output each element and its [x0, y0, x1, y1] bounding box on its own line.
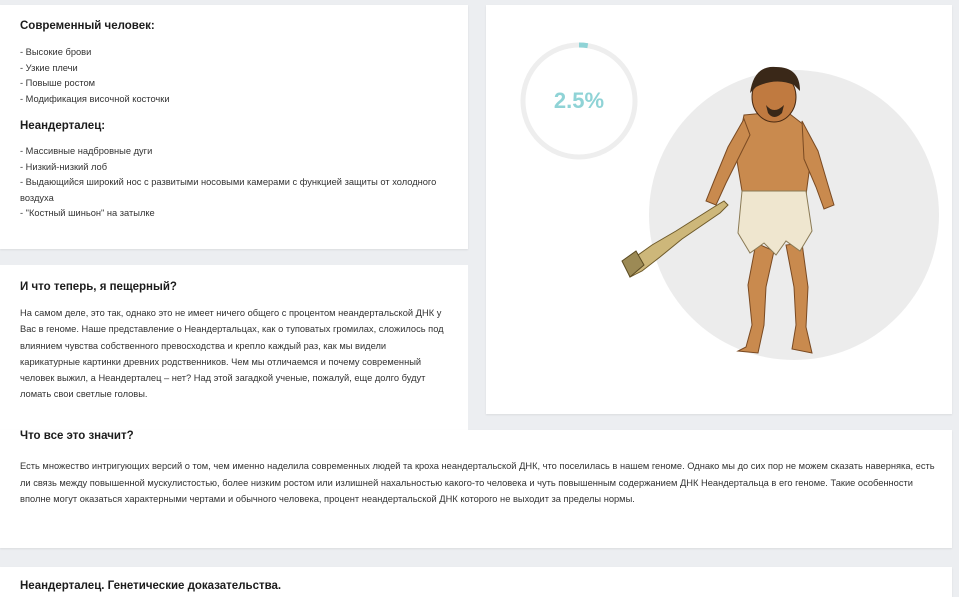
list-item: - Массивные надбровные дуги — [20, 146, 153, 156]
cave-paragraph: На самом деле, это так, однако это не им… — [20, 308, 444, 400]
list-item: - Модификация височной косточки — [20, 93, 170, 104]
list-item: - Выдающийся широкий нос с развитыми нос… — [20, 177, 437, 203]
modern-human-heading: Современный человек: — [20, 20, 155, 32]
list-item: - "Костный шиньон" на затылке — [20, 208, 155, 218]
modern-traits-list: - Высокие брови - Узкие плечи - Повыше р… — [20, 45, 448, 107]
neanderthal-illustration — [621, 66, 939, 360]
list-item: - Низкий-низкий лоб — [20, 161, 108, 172]
neanderthal-traits-list: - Массивные надбровные дуги - Низкий-низ… — [20, 144, 448, 222]
cave-heading: И что теперь, я пещерный? — [20, 281, 177, 293]
neanderthal-heading: Неандерталец: — [20, 120, 106, 132]
genetic-evidence-card: Неандерталец. Генетические доказательств… — [0, 567, 952, 597]
list-item: - Повыше ростом — [20, 78, 96, 88]
cave-card: И что теперь, я пещерный? На самом деле,… — [0, 265, 468, 435]
meaning-paragraph: Есть множество интригующих версий о том,… — [20, 461, 935, 504]
genetic-evidence-heading: Неандерталец. Генетические доказательств… — [20, 580, 282, 592]
list-item: - Узкие плечи — [20, 62, 78, 73]
list-item: - Высокие брови — [20, 47, 92, 57]
traits-card: Современный человек: - Высокие брови - У… — [0, 5, 468, 249]
meaning-heading: Что все это значит? — [20, 430, 134, 442]
dna-percentage-card: 2.5% — [486, 5, 952, 414]
meaning-card: Что все это значит? Есть множество интри… — [0, 430, 952, 548]
